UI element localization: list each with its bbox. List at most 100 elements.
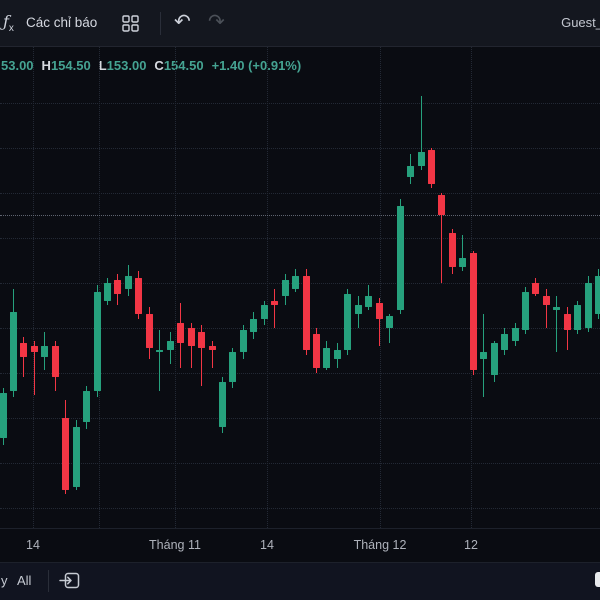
candle-body xyxy=(135,278,143,314)
indicators-button[interactable]: Các chỉ báo xyxy=(26,15,97,30)
candle-body xyxy=(250,318,258,332)
horizontal-gridline xyxy=(0,372,600,374)
candle-body xyxy=(469,253,477,371)
candle-body xyxy=(333,350,341,359)
candle-body xyxy=(187,327,195,346)
horizontal-gridline xyxy=(0,147,600,149)
candle-body xyxy=(30,345,38,353)
toolbar-separator xyxy=(160,12,161,35)
clock-icon-partial[interactable] xyxy=(595,572,600,587)
candle-body xyxy=(218,381,226,427)
horizontal-gridline xyxy=(0,192,600,194)
go-to-date-icon[interactable] xyxy=(58,569,82,593)
horizontal-gridline xyxy=(0,102,600,104)
candle-body xyxy=(438,194,446,215)
layout-grid-icon[interactable] xyxy=(122,15,139,32)
time-axis-label: Tháng 12 xyxy=(353,538,407,552)
candle-body xyxy=(83,390,91,422)
candle-body xyxy=(239,329,247,353)
horizontal-gridline xyxy=(0,507,600,509)
candle-body xyxy=(532,282,540,294)
time-axis-label: Tháng 11 xyxy=(149,538,201,552)
candle-body xyxy=(0,392,7,438)
candle-body xyxy=(302,275,310,350)
candle-body xyxy=(292,275,300,290)
candle-body xyxy=(542,296,550,305)
legend-close-value: 154.50 xyxy=(163,58,204,73)
horizontal-gridline xyxy=(0,327,600,329)
candle-body xyxy=(375,302,383,319)
candle-body xyxy=(563,314,571,330)
horizontal-gridline xyxy=(0,462,600,464)
vertical-gridline xyxy=(33,47,34,528)
candle-body xyxy=(198,332,206,348)
candle-body xyxy=(448,233,456,267)
redo-icon: ↷ xyxy=(208,11,225,33)
range-button-partial[interactable]: y xyxy=(1,573,8,588)
candle-body xyxy=(365,296,373,308)
toolbar-separator xyxy=(48,570,49,592)
current-price-line xyxy=(0,215,600,216)
candle-body xyxy=(407,165,415,177)
legend-change-value: +1.40 (+0.91%) xyxy=(211,58,302,73)
undo-icon[interactable]: ↶ xyxy=(174,8,191,36)
candle-body xyxy=(354,305,362,314)
candle-wick xyxy=(274,289,276,328)
vertical-gridline xyxy=(380,47,381,528)
legend-low-value: 153.00 xyxy=(106,58,147,73)
time-axis-label: 12 xyxy=(464,538,478,552)
candle-body xyxy=(124,275,132,290)
candle-body xyxy=(417,152,425,166)
bottom-toolbar: y All xyxy=(0,562,600,600)
candle-body xyxy=(229,352,237,382)
time-axis-label: 14 xyxy=(260,538,274,552)
candle-body xyxy=(323,347,331,368)
legend-high-value: 154.50 xyxy=(50,58,91,73)
candle-body xyxy=(177,323,185,344)
candle-body xyxy=(41,345,49,357)
candle-body xyxy=(51,345,59,377)
fx-indicator-icon[interactable]: ƒx xyxy=(3,12,14,34)
candle-body xyxy=(427,149,435,184)
legend-high-label: H xyxy=(41,58,51,73)
candlestick-chart[interactable]: 53.00 H154.50 L153.00 C154.50 +1.40 (+0.91%) xyxy=(0,47,600,528)
candle-body xyxy=(511,327,519,341)
time-axis-label: 14 xyxy=(26,538,40,552)
candle-body xyxy=(396,206,404,310)
legend-open-value: 53.00 xyxy=(1,58,34,73)
candle-wick xyxy=(556,296,558,353)
candle-body xyxy=(145,314,153,348)
candle-body xyxy=(490,343,498,375)
candle-body xyxy=(386,316,394,328)
vertical-gridline xyxy=(267,47,268,528)
candle-body xyxy=(574,305,582,330)
ohlc-legend: 53.00 H154.50 L153.00 C154.50 +1.40 (+0.91%) xyxy=(1,58,301,73)
range-all-button[interactable]: All xyxy=(17,573,31,588)
candle-body xyxy=(93,291,101,391)
guest-account-label[interactable]: Guest_ xyxy=(561,15,600,30)
candle-body xyxy=(208,345,216,350)
candle-body xyxy=(156,350,164,353)
candle-body xyxy=(260,305,268,319)
candle-body xyxy=(480,352,488,359)
candle-wick xyxy=(545,289,547,328)
candle-body xyxy=(553,307,561,310)
candle-body xyxy=(114,280,122,294)
candle-body xyxy=(584,282,592,328)
candle-body xyxy=(501,334,509,350)
candle-body xyxy=(104,282,111,301)
candle-body xyxy=(271,300,279,305)
top-toolbar: ƒx Các chỉ báo ↶ ↷ Guest_ xyxy=(0,0,600,47)
horizontal-gridline xyxy=(0,237,600,239)
candle-wick xyxy=(159,329,161,391)
candle-body xyxy=(313,334,320,368)
trading-chart-app: ƒx Các chỉ báo ↶ ↷ Guest_ 53.00 H154.50 L1… xyxy=(0,0,600,600)
candle-body xyxy=(62,417,70,490)
candle-body xyxy=(166,341,174,350)
candle-body xyxy=(20,343,28,357)
candle-body xyxy=(459,257,467,267)
time-axis[interactable]: 14 Tháng 11 14 Tháng 12 12 xyxy=(0,528,600,562)
vertical-gridline xyxy=(99,47,100,528)
candle-body xyxy=(522,291,529,330)
vertical-gridline xyxy=(175,47,176,528)
